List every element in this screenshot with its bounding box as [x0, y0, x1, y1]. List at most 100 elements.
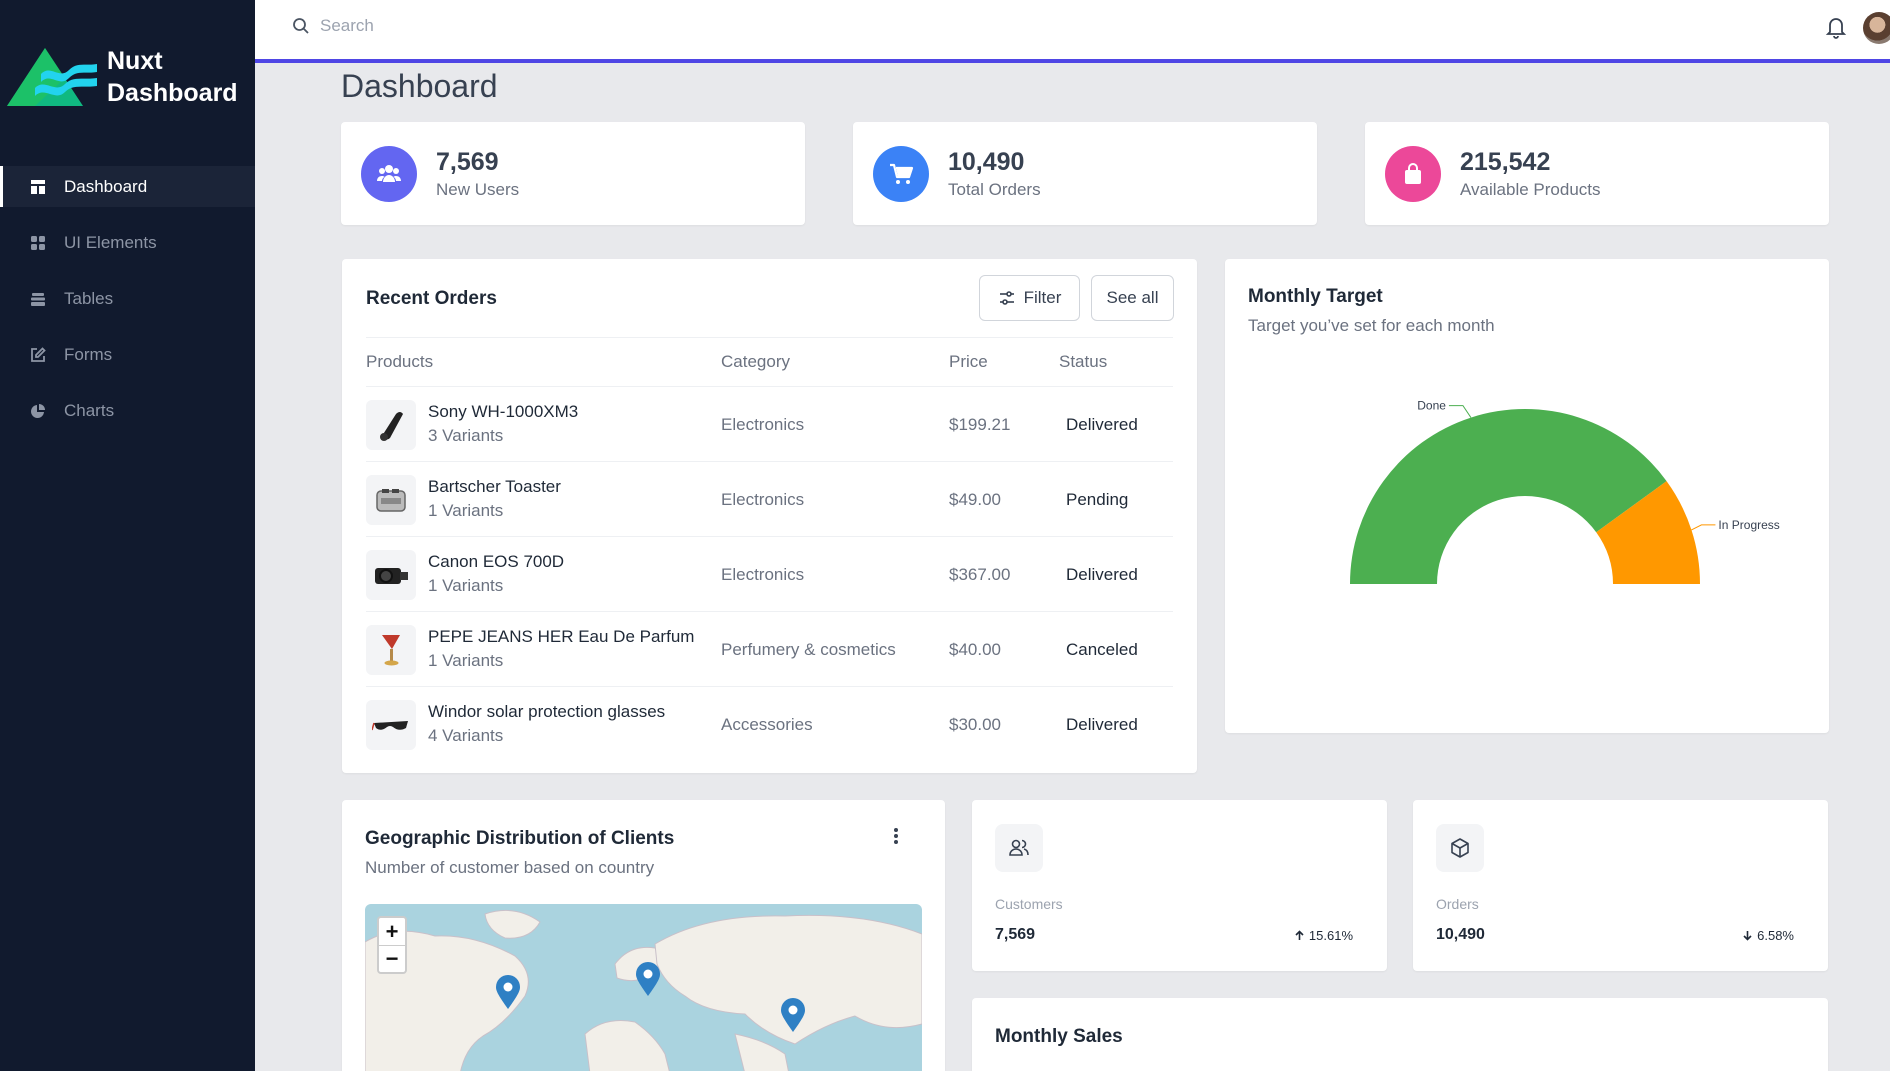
filter-label: Filter [1023, 288, 1062, 307]
geo-subtitle: Number of customer based on country [365, 858, 655, 877]
column-header-products: Products [366, 352, 434, 371]
see-all-button[interactable]: See all [1091, 275, 1174, 321]
box-icon [1436, 824, 1484, 872]
stat-value: 10,490 [948, 148, 1025, 176]
search-icon [293, 18, 309, 34]
product-variants: 4 Variants [428, 726, 504, 745]
product-price: $367.00 [949, 565, 1011, 584]
recent-orders-title: Recent Orders [366, 288, 497, 309]
geo-distribution-card: Geographic Distribution of Clients Numbe… [342, 800, 945, 1071]
sidebar-item-dashboard[interactable]: Dashboard [0, 166, 255, 207]
perfume-icon [366, 625, 416, 675]
see-all-label: See all [1106, 288, 1159, 307]
product-category: Perfumery & cosmetics [721, 640, 896, 659]
zoom-out-button[interactable]: − [379, 945, 405, 972]
kpi-change: 15.61% [1294, 928, 1353, 943]
done-leader-line [1448, 405, 1472, 418]
product-variants: 3 Variants [428, 426, 504, 445]
order-status: Canceled [1066, 640, 1138, 659]
notification-bell-icon[interactable] [1825, 15, 1847, 39]
order-status: Delivered [1066, 565, 1138, 584]
product-name: Sony WH-1000XM3 [428, 402, 579, 421]
monthly-sales-card: Monthly Sales [972, 998, 1828, 1071]
headphones-icon [366, 400, 416, 450]
camera-icon [366, 550, 416, 600]
map-zoom-controls: + − [377, 916, 407, 974]
kpi-label: Orders [1436, 896, 1479, 912]
brand-line-2: Dashboard [107, 79, 238, 107]
map-marker-europe[interactable] [636, 962, 660, 996]
customers-kpi-card: Customers 7,569 15.61% [972, 800, 1387, 971]
pie-chart-icon [30, 403, 46, 419]
product-price: $199.21 [949, 415, 1011, 434]
page-title: Dashboard [341, 68, 498, 104]
product-price: $49.00 [949, 490, 1001, 509]
sidebar-item-label: Tables [64, 288, 114, 308]
stat-value: 215,542 [1460, 148, 1551, 176]
search-input[interactable] [320, 16, 620, 36]
product-variants: 1 Variants [428, 651, 504, 670]
arrow-down-icon [1743, 931, 1752, 941]
nuxt-logo-icon [7, 48, 97, 106]
filter-button[interactable]: Filter [979, 275, 1080, 321]
zoom-in-button[interactable]: + [379, 918, 405, 945]
kpi-value: 7,569 [995, 926, 1036, 943]
sidebar-item-tables[interactable]: Tables [0, 278, 255, 319]
product-category: Electronics [721, 490, 805, 509]
recent-orders-card: Recent Orders Filter See all Products Ca… [342, 259, 1197, 773]
sidebar-item-forms[interactable]: Forms [0, 334, 255, 375]
stat-card-available-products: 215,542 Available Products [1365, 122, 1829, 225]
more-options-icon[interactable] [890, 826, 902, 846]
column-header-status: Status [1059, 352, 1108, 371]
stat-label: Total Orders [948, 180, 1041, 199]
brand-logo[interactable]: Nuxt Dashboard [5, 44, 238, 110]
stat-value: 7,569 [436, 148, 499, 176]
sidebar-item-label: Charts [64, 400, 115, 420]
monthly-sales-title: Monthly Sales [995, 1026, 1123, 1047]
product-name: PEPE JEANS HER Eau De Parfum [428, 627, 695, 646]
sidebar-item-label: Dashboard [64, 176, 148, 196]
search-box [292, 16, 620, 36]
sidebar-nav: Dashboard UI Elements Tables Forms Chart… [0, 166, 255, 446]
world-map[interactable]: + − [365, 904, 922, 1071]
column-header-price: Price [949, 352, 988, 371]
gauge-label-done: Done [1417, 399, 1446, 413]
monthly-target-card: Monthly Target Target you’ve set for eac… [1225, 259, 1829, 733]
users-outline-icon [995, 824, 1043, 872]
dashboard-icon [30, 179, 46, 195]
sidebar-item-charts[interactable]: Charts [0, 390, 255, 431]
user-avatar[interactable] [1863, 12, 1890, 44]
table-row[interactable]: Windor solar protection glasses 4 Varian… [366, 686, 1173, 761]
toaster-icon [366, 475, 416, 525]
stat-card-total-orders: 10,490 Total Orders [853, 122, 1317, 225]
glasses-icon [366, 700, 416, 750]
brand-line-1: Nuxt [107, 47, 163, 75]
order-status: Pending [1066, 490, 1129, 509]
sidebar: Nuxt Dashboard Dashboard UI Elements Tab… [0, 0, 255, 1071]
kpi-change: 6.58% [1742, 928, 1794, 943]
table-row[interactable]: Canon EOS 700D 1 Variants Electronics $3… [366, 536, 1173, 611]
order-status: Delivered [1066, 715, 1138, 734]
product-category: Electronics [721, 565, 805, 584]
stat-card-new-users: 7,569 New Users [341, 122, 805, 225]
sidebar-item-label: Forms [64, 344, 113, 364]
product-name: Bartscher Toaster [428, 477, 561, 496]
filter-icon [999, 291, 1014, 305]
divider [366, 337, 1173, 338]
kpi-change-value: 15.61% [1308, 928, 1353, 943]
grid-icon [30, 235, 46, 251]
stat-label: New Users [436, 180, 520, 199]
product-name: Windor solar protection glasses [428, 702, 666, 721]
users-icon [361, 146, 417, 202]
sidebar-item-ui-elements[interactable]: UI Elements [0, 222, 255, 263]
table-row[interactable]: Bartscher Toaster 1 Variants Electronics… [366, 461, 1173, 536]
product-name: Canon EOS 700D [428, 552, 565, 571]
product-price: $30.00 [949, 715, 1001, 734]
stat-label: Available Products [1460, 180, 1601, 199]
table-row[interactable]: Sony WH-1000XM3 3 Variants Electronics $… [366, 386, 1173, 461]
table-row[interactable]: PEPE JEANS HER Eau De Parfum 1 Variants … [366, 611, 1173, 686]
sidebar-item-label: UI Elements [64, 232, 157, 252]
order-status: Delivered [1066, 415, 1138, 434]
kpi-label: Customers [995, 896, 1063, 912]
product-variants: 1 Variants [428, 501, 504, 520]
